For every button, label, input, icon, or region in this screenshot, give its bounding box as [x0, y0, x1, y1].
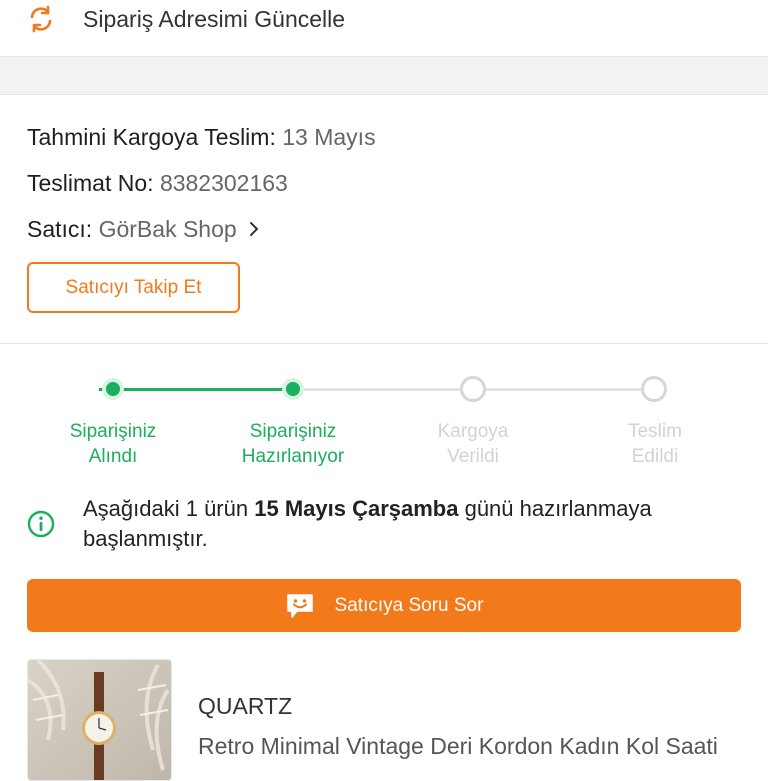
product-brand: QUARTZ	[198, 693, 293, 719]
section-divider	[0, 57, 768, 95]
product-name[interactable]: Retro Minimal Vintage Deri Kordon Kadın …	[198, 733, 743, 760]
update-address-label: Sipariş Adresimi Güncelle	[83, 6, 346, 32]
step-label-shipped: Kargoya Verildi	[437, 421, 509, 467]
step-dot-delivered	[641, 376, 667, 402]
estimate-key: Tahmini Kargoya Teslim:	[27, 124, 276, 150]
estimated-shipping-line: Tahmini Kargoya Teslim: 13 Mayıs	[27, 124, 376, 151]
estimate-value: 13 Mayıs	[282, 124, 376, 150]
step-label-received: Siparişiniz Alındı	[69, 421, 157, 467]
product-image[interactable]	[27, 659, 172, 781]
seller-line[interactable]: Satıcı: GörBak Shop	[27, 216, 259, 243]
progress-line-done	[113, 388, 293, 391]
watch-photo	[28, 660, 171, 780]
seller-link[interactable]: GörBak Shop	[99, 216, 237, 242]
delivery-key: Teslimat No:	[27, 170, 154, 196]
update-address-row[interactable]: Sipariş Adresimi Güncelle	[0, 0, 768, 57]
seller-key: Satıcı:	[27, 216, 93, 242]
info-icon	[27, 510, 55, 538]
ask-seller-button[interactable]: Satıcıya Soru Sor	[27, 579, 741, 632]
delivery-value: 8382302163	[159, 170, 288, 196]
follow-seller-button[interactable]: Satıcıyı Takip Et	[27, 262, 240, 313]
preparation-notice: Aşağıdaki 1 ürün 15 Mayıs Çarşamba günü …	[83, 496, 652, 551]
step-label-preparing: Siparişiniz Hazırlanıyor	[241, 421, 345, 467]
delivery-number-line: Teslimat No: 8382302163	[27, 170, 288, 197]
divider	[0, 343, 768, 344]
chevron-right-icon	[250, 222, 259, 236]
refresh-icon	[30, 5, 52, 33]
step-dot-shipped	[460, 376, 486, 402]
chat-smile-icon	[286, 593, 313, 618]
ask-seller-label: Satıcıya Soru Sor	[334, 594, 484, 616]
step-dot-preparing	[282, 378, 304, 400]
step-label-delivered: Teslim Edildi	[628, 421, 682, 467]
step-dot-received	[102, 378, 124, 400]
